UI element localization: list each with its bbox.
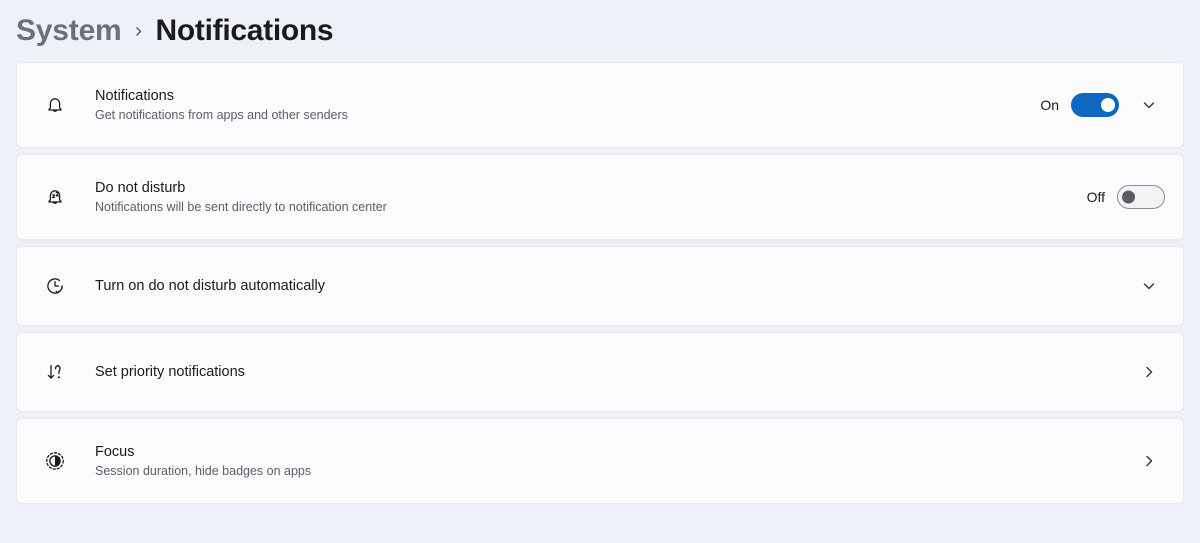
setting-subtitle: Notifications will be sent directly to n… bbox=[95, 199, 387, 214]
priority-arrow-icon bbox=[37, 354, 73, 390]
setting-title: Do not disturb bbox=[95, 179, 186, 196]
toggle-state-label: On bbox=[1040, 97, 1059, 113]
setting-text-set-priority-notifications: Set priority notifications bbox=[95, 363, 1133, 381]
setting-subtitle: Get notifications from apps and other se… bbox=[95, 107, 348, 122]
chevron-down-icon[interactable] bbox=[1133, 89, 1165, 121]
notifications-toggle[interactable] bbox=[1071, 93, 1119, 117]
setting-text-do-not-disturb: Do not disturb Notifications will be sen… bbox=[95, 179, 1087, 216]
setting-card-notifications[interactable]: Notifications Get notifications from app… bbox=[16, 62, 1184, 148]
setting-card-set-priority-notifications[interactable]: Set priority notifications bbox=[16, 332, 1184, 412]
setting-controls-notifications: On bbox=[1040, 89, 1165, 121]
bell-sleep-icon bbox=[37, 179, 73, 215]
setting-subtitle: Session duration, hide badges on apps bbox=[95, 463, 312, 478]
setting-card-turn-on-do-not-disturb-automatically[interactable]: Turn on do not disturb automatically bbox=[16, 246, 1184, 326]
setting-controls-focus bbox=[1133, 445, 1165, 477]
toggle-knob bbox=[1101, 98, 1115, 112]
setting-text-turn-on-do-not-disturb-automatically: Turn on do not disturb automatically bbox=[95, 277, 1119, 295]
bell-icon bbox=[37, 87, 73, 123]
chevron-right-icon bbox=[132, 16, 146, 46]
setting-controls-set-priority-notifications bbox=[1133, 356, 1165, 388]
toggle-knob bbox=[1122, 190, 1135, 204]
toggle-state-label: Off bbox=[1086, 189, 1105, 205]
setting-title: Turn on do not disturb automatically bbox=[95, 277, 325, 294]
setting-title: Focus bbox=[95, 443, 135, 460]
setting-card-do-not-disturb[interactable]: Do not disturb Notifications will be sen… bbox=[16, 154, 1184, 240]
clock-schedule-icon bbox=[37, 268, 73, 304]
focus-icon bbox=[37, 443, 73, 479]
setting-title: Notifications bbox=[95, 87, 174, 104]
breadcrumb: System Notifications bbox=[16, 0, 1184, 62]
settings-page: System Notifications Notifications Get n… bbox=[0, 0, 1200, 543]
chevron-down-icon[interactable] bbox=[1133, 270, 1165, 302]
chevron-right-icon[interactable] bbox=[1133, 356, 1165, 388]
page-title: Notifications bbox=[155, 14, 334, 47]
setting-controls-do-not-disturb: Off bbox=[1087, 185, 1165, 209]
setting-card-focus[interactable]: Focus Session duration, hide badges on a… bbox=[16, 418, 1184, 504]
setting-text-notifications: Notifications Get notifications from app… bbox=[95, 87, 1040, 124]
setting-title: Set priority notifications bbox=[95, 363, 245, 380]
chevron-right-icon[interactable] bbox=[1133, 445, 1165, 477]
breadcrumb-parent-system[interactable]: System bbox=[16, 16, 122, 46]
do-not-disturb-toggle[interactable] bbox=[1117, 185, 1165, 209]
setting-controls-turn-on-do-not-disturb-automatically bbox=[1119, 270, 1165, 302]
setting-text-focus: Focus Session duration, hide badges on a… bbox=[95, 443, 1133, 480]
settings-card-list: Notifications Get notifications from app… bbox=[16, 62, 1184, 504]
